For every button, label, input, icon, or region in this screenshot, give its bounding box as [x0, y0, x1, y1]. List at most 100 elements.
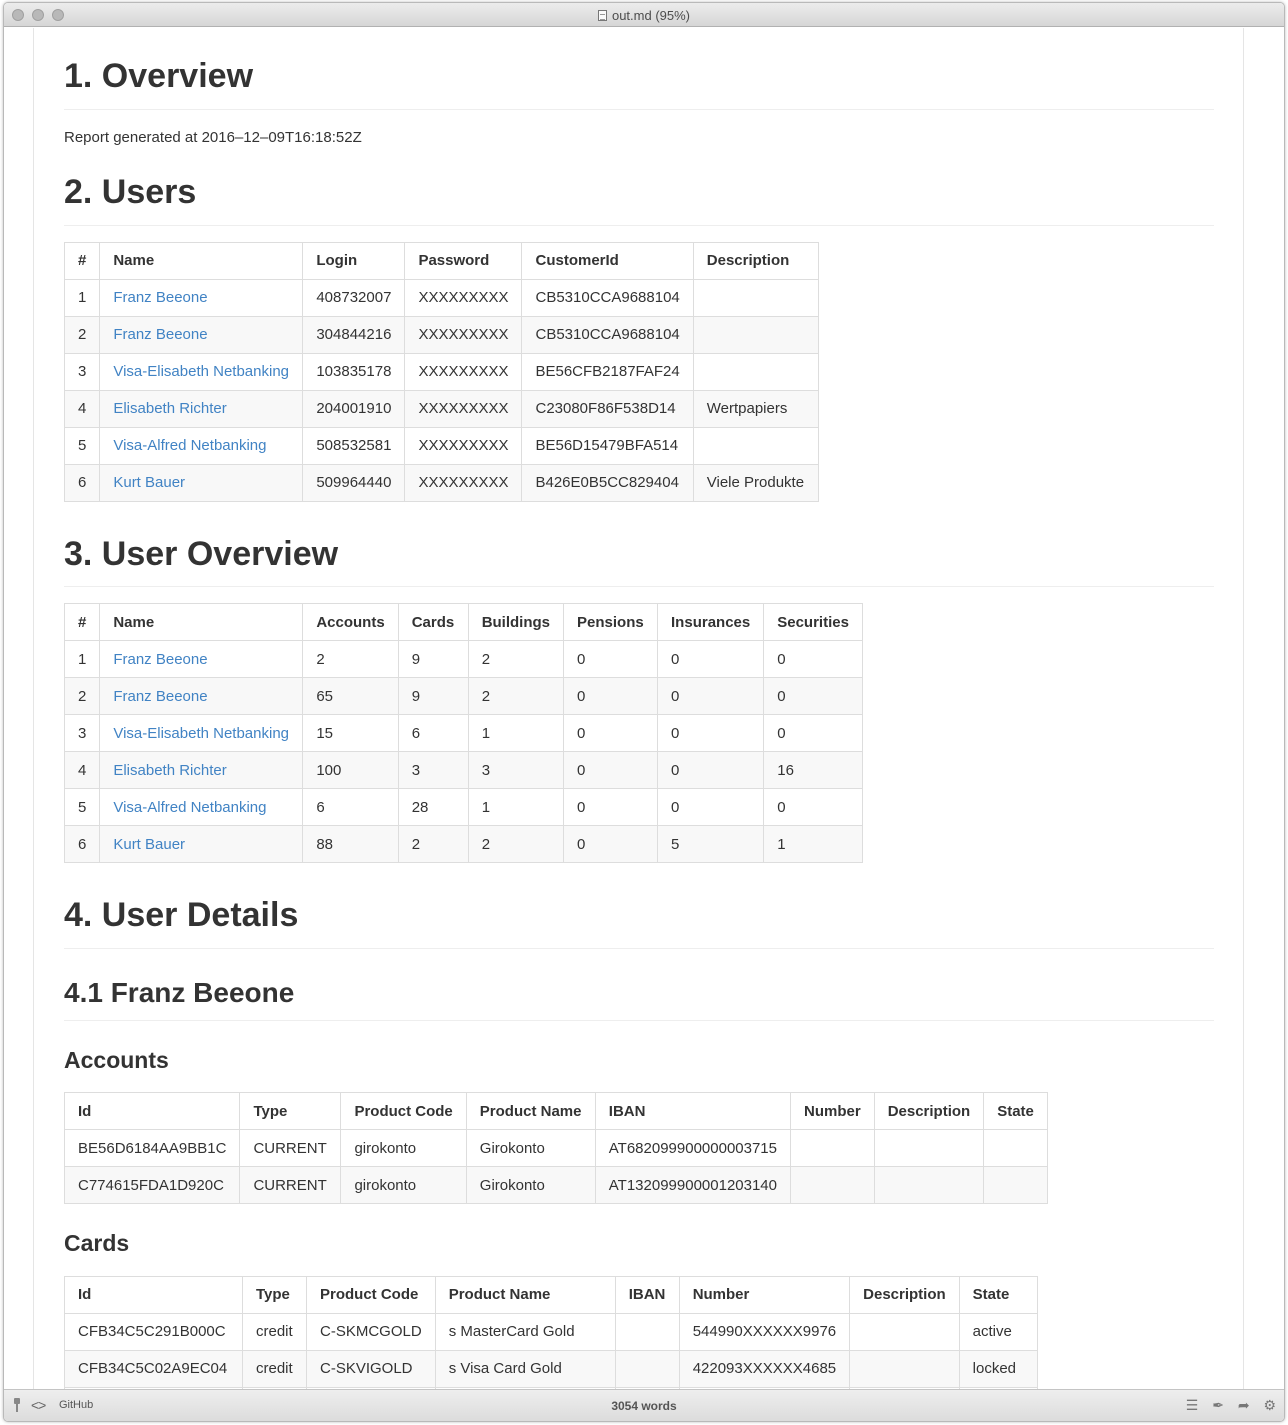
login-cell: 204001910: [302, 389, 406, 428]
account-id-cell: BE56D6184AA9BB1C: [63, 1129, 241, 1168]
cards-table-header: Id Type Product Code Product Name IBAN N…: [64, 1275, 1038, 1314]
user-link[interactable]: Franz Beeone: [113, 651, 207, 668]
user-name-cell: Elisabeth Richter: [99, 389, 304, 428]
accounts-table-header: Id Type Product Code Product Name IBAN N…: [63, 1092, 1049, 1131]
user-link[interactable]: Visa-Alfred Netbanking: [113, 799, 266, 816]
row-number: 2: [63, 677, 101, 716]
user-link[interactable]: Kurt Bauer: [113, 836, 185, 853]
title-bar: out.md (95%): [4, 3, 1284, 27]
users-col-login: Login: [302, 241, 406, 280]
description-cell: [692, 278, 819, 317]
description-cell: [692, 426, 819, 465]
overview-col-securities: Securities: [763, 603, 864, 642]
gear-icon[interactable]: ⚙: [1263, 1397, 1276, 1413]
user-name-cell: Kurt Bauer: [99, 825, 304, 864]
password-cell: XXXXXXXXX: [404, 315, 523, 354]
insurances-cell: 0: [657, 714, 765, 753]
iban-cell: AT682099900000003715: [594, 1129, 792, 1168]
user-name-cell: Elisabeth Richter: [99, 751, 304, 790]
customer-id-cell: C23080F86F538D14: [521, 389, 694, 428]
product-code-cell: C-SKVIGOLD: [306, 1349, 436, 1388]
accounts-cell: 15: [302, 714, 399, 753]
customer-id-cell: B426E0B5CC829404: [521, 463, 694, 502]
card-number-cell: 422093XXXXXX4685: [678, 1349, 851, 1388]
feather-icon[interactable]: ✒: [1212, 1397, 1224, 1413]
insurances-cell: 5: [657, 825, 765, 864]
login-cell: 304844216: [302, 315, 406, 354]
customer-id-cell: BE56CFB2187FAF24: [521, 352, 694, 391]
row-number: 2: [63, 315, 101, 354]
user-link[interactable]: Visa-Alfred Netbanking: [113, 437, 266, 454]
table-row: BE56D6184AA9BB1C CURRENT girokonto Girok…: [63, 1129, 1049, 1168]
user-overview-table-header: # Name Accounts Cards Buildings Pensions…: [63, 603, 864, 642]
product-name-cell: s MasterCard Gold: [434, 1312, 616, 1351]
cards-col-product-name: Product Name: [434, 1275, 616, 1314]
window-title: out.md (95%): [611, 8, 691, 23]
insurances-cell: 0: [657, 751, 765, 790]
table-row: C774615FDA1D920C CURRENT girokonto Girok…: [63, 1166, 1049, 1205]
pensions-cell: 0: [563, 788, 659, 827]
password-cell: XXXXXXXXX: [404, 278, 523, 317]
cards-col-iban: IBAN: [614, 1275, 680, 1314]
accounts-cell: 100: [302, 751, 399, 790]
accounts-cell: 65: [302, 677, 399, 716]
product-code-cell: C-SKMCGOLD: [306, 1312, 436, 1351]
user-link[interactable]: Visa-Elisabeth Netbanking: [113, 725, 289, 742]
user-link[interactable]: Franz Beeone: [113, 688, 207, 705]
password-cell: XXXXXXXXX: [404, 389, 523, 428]
row-number: 1: [63, 640, 101, 679]
card-number-cell: 544990XXXXXX9976: [678, 1312, 851, 1351]
user-link[interactable]: Franz Beeone: [113, 289, 207, 306]
cards-cell: 9: [397, 677, 469, 716]
users-heading: 2. Users: [64, 172, 1214, 226]
pensions-cell: 0: [563, 825, 659, 864]
customer-id-cell: BE56D15479BFA514: [521, 426, 694, 465]
app-window: out.md (95%) 1. Overview Report generate…: [3, 2, 1285, 1422]
accounts-cell: 2: [302, 640, 399, 679]
document-content[interactable]: 1. Overview Report generated at 2016–12–…: [4, 28, 1284, 1389]
overview-col-name: Name: [99, 603, 304, 642]
users-col-description: Description: [692, 241, 819, 280]
user-link[interactable]: Visa-Elisabeth Netbanking: [113, 363, 289, 380]
report-generated-text: Report generated at 2016–12–09T16:18:52Z: [64, 128, 362, 146]
list-icon[interactable]: ☰: [1186, 1397, 1199, 1413]
user-link[interactable]: Elisabeth Richter: [113, 400, 226, 417]
cards-col-number: Number: [678, 1275, 851, 1314]
product-code-cell: girokonto: [340, 1166, 467, 1205]
user-name-cell: Visa-Elisabeth Netbanking: [99, 352, 304, 391]
login-cell: 509964440: [302, 463, 406, 502]
user-name-cell: Visa-Elisabeth Netbanking: [99, 714, 304, 753]
card-type-cell: credit: [242, 1349, 307, 1388]
pensions-cell: 0: [563, 677, 659, 716]
securities-cell: 0: [763, 640, 864, 679]
securities-cell: 0: [763, 788, 864, 827]
accounts-table: Id Type Product Code Product Name IBAN N…: [63, 1092, 1049, 1205]
buildings-cell: 1: [467, 714, 565, 753]
document-icon: [597, 10, 607, 21]
state-cell: active: [958, 1312, 1038, 1351]
status-bar: <> GitHub 3054 words ☰ ✒ ➦ ⚙: [4, 1389, 1284, 1421]
login-cell: 103835178: [302, 352, 406, 391]
customer-id-cell: CB5310CCA9688104: [521, 315, 694, 354]
overview-heading: 1. Overview: [64, 56, 1214, 110]
user-name-cell: Visa-Alfred Netbanking: [99, 788, 304, 827]
users-table: # Name Login Password CustomerId Descrip…: [63, 241, 819, 502]
user-name-cell: Visa-Alfred Netbanking: [99, 426, 304, 465]
user-link[interactable]: Kurt Bauer: [113, 474, 185, 491]
accounts-col-iban: IBAN: [594, 1092, 792, 1131]
accounts-cell: 6: [302, 788, 399, 827]
iban-cell: [614, 1349, 680, 1388]
insurances-cell: 0: [657, 677, 765, 716]
table-row: 5 Visa-Alfred Netbanking 508532581 XXXXX…: [63, 426, 819, 465]
securities-cell: 0: [763, 677, 864, 716]
row-number: 6: [63, 463, 101, 502]
user-link[interactable]: Franz Beeone: [113, 326, 207, 343]
user-link[interactable]: Elisabeth Richter: [113, 762, 226, 779]
cards-cell: 3: [397, 751, 469, 790]
cards-heading: Cards: [64, 1230, 130, 1257]
accounts-heading: Accounts: [64, 1046, 169, 1073]
share-icon[interactable]: ➦: [1238, 1397, 1250, 1413]
description-cell: Viele Produkte: [692, 463, 819, 502]
table-row: CFB34C5C291B000C credit C-SKMCGOLD s Mas…: [64, 1312, 1038, 1351]
number-cell: [790, 1129, 875, 1168]
